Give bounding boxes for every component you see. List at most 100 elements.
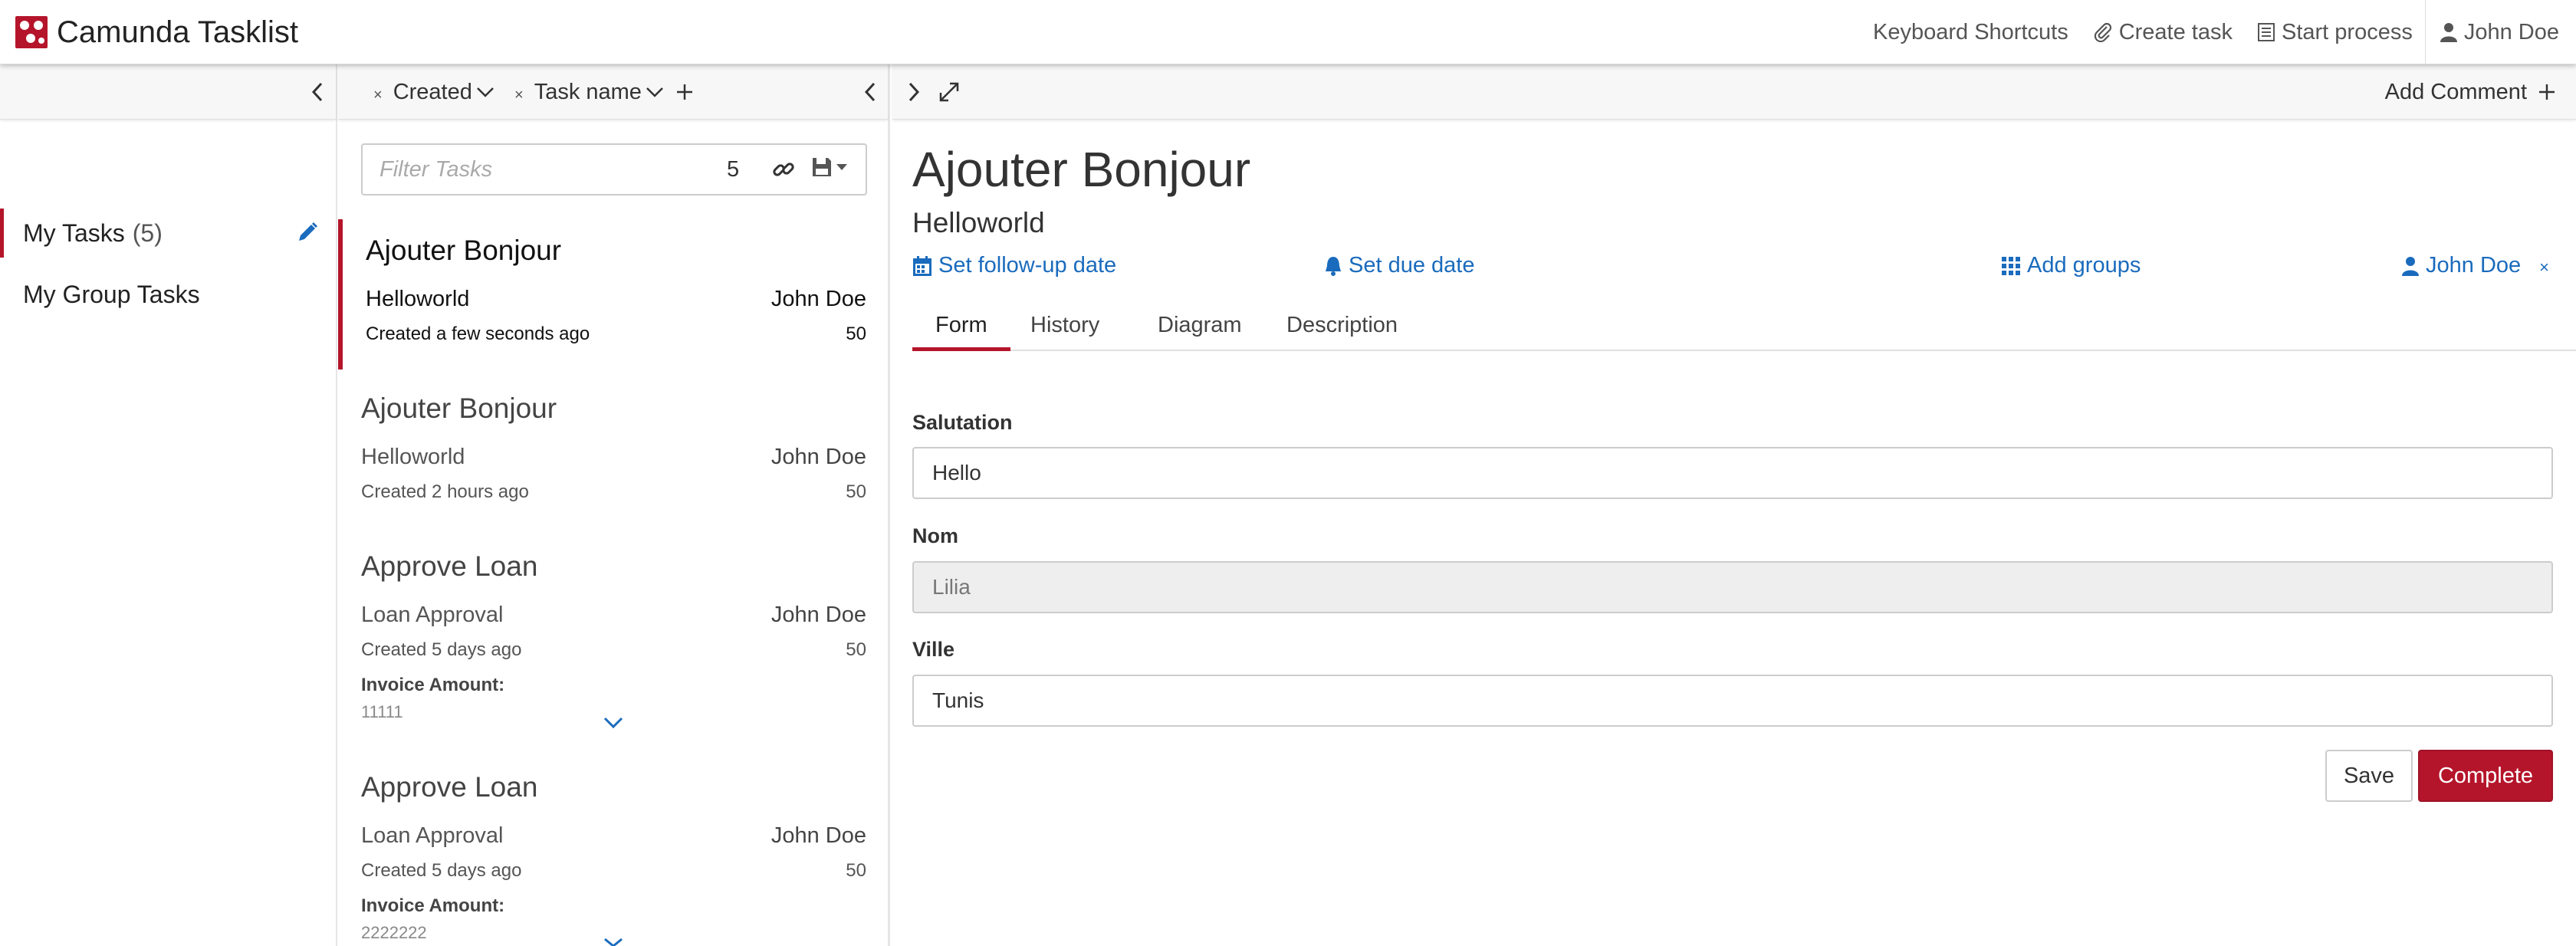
caret-down-icon	[836, 164, 847, 170]
task-created: Created 5 days ago	[361, 860, 522, 881]
task-assignee: John Doe	[770, 603, 866, 627]
filter-tasks-input[interactable]	[363, 145, 715, 194]
task-card[interactable]: Approve Loan Loan Approval John Doe Crea…	[338, 535, 888, 750]
expand-icon	[939, 82, 959, 102]
task-process: Loan Approval	[361, 823, 504, 848]
task-assignee: John Doe	[770, 445, 866, 469]
set-follow-up-date-button[interactable]: Set follow-up date	[912, 253, 1116, 278]
filter-my-group-tasks[interactable]: My Group Tasks	[0, 270, 336, 319]
filter-label: My Tasks	[23, 218, 125, 247]
calendar-icon	[913, 255, 932, 276]
add-comment-button[interactable]: Add Comment	[2385, 64, 2556, 120]
filter-label: My Group Tasks	[23, 280, 200, 308]
task-card[interactable]: Approve Loan Loan Approval John Doe Crea…	[338, 756, 888, 946]
tab-description[interactable]: Description	[1263, 308, 1421, 351]
filter-count: (5)	[132, 218, 163, 247]
follow-up-label: Set follow-up date	[938, 253, 1117, 278]
task-process: Loan Approval	[361, 603, 504, 627]
task-tabs: Form History Diagram Description	[912, 308, 2576, 351]
assignee-name: John Doe	[2426, 253, 2522, 278]
sort-task-name[interactable]: × Task name	[514, 64, 665, 120]
user-name: John Doe	[2463, 19, 2559, 44]
task-created: Created 2 hours ago	[361, 481, 529, 502]
task-priority: 50	[846, 481, 866, 502]
chevron-left-icon	[311, 82, 323, 102]
task-process: Helloworld	[361, 445, 465, 469]
chevron-down-icon[interactable]	[603, 937, 624, 946]
ville-label: Ville	[912, 638, 955, 661]
create-task-label: Create task	[2118, 19, 2233, 44]
sort-created[interactable]: × Created	[373, 64, 495, 120]
task-detail-panel: Add Comment Ajouter Bonjour Helloworld S…	[892, 64, 2576, 946]
remove-sort-icon[interactable]: ×	[514, 87, 524, 104]
maximize-button[interactable]	[935, 78, 963, 106]
close-icon[interactable]: ×	[2539, 258, 2549, 278]
keyboard-shortcuts-link[interactable]: Keyboard Shortcuts	[1861, 0, 2081, 64]
tab-diagram[interactable]: Diagram	[1135, 308, 1265, 351]
ville-field[interactable]	[912, 675, 2553, 727]
detail-toolbar: Add Comment	[892, 64, 2576, 120]
paperclip-icon	[2094, 22, 2111, 42]
task-assignee: John Doe	[770, 823, 866, 848]
task-name: Ajouter Bonjour	[366, 235, 562, 266]
bell-icon	[1326, 256, 1341, 276]
start-process-label: Start process	[2282, 19, 2413, 44]
floppy-icon	[813, 158, 831, 176]
complete-button[interactable]: Complete	[2418, 750, 2553, 802]
tab-history[interactable]: History	[1007, 308, 1122, 351]
task-created: Created 5 days ago	[361, 639, 522, 660]
salutation-label: Salutation	[912, 411, 1013, 434]
list-icon	[2258, 23, 2275, 41]
task-process-name[interactable]: Helloworld	[912, 207, 1045, 239]
save-search-button[interactable]	[811, 156, 848, 178]
pencil-icon[interactable]	[296, 221, 319, 244]
filter-my-tasks[interactable]: My Tasks (5)	[0, 209, 336, 258]
task-card[interactable]: Ajouter Bonjour Helloworld John Doe Crea…	[338, 219, 888, 370]
collapse-list-button[interactable]	[856, 78, 884, 106]
task-name: Approve Loan	[361, 771, 538, 803]
collapse-filters-button[interactable]	[304, 78, 331, 106]
sorting-toolbar: × Created × Task name	[338, 64, 888, 120]
chevron-down-icon	[476, 87, 494, 97]
user-icon	[2440, 23, 2457, 42]
link-icon[interactable]	[771, 157, 796, 182]
task-variable-value: 2222222	[361, 923, 427, 942]
sort-label: Created	[393, 79, 472, 104]
task-priority: 50	[846, 639, 866, 660]
set-due-date-button[interactable]: Set due date	[1324, 253, 1474, 278]
due-date-label: Set due date	[1349, 253, 1475, 278]
keyboard-shortcuts-label: Keyboard Shortcuts	[1873, 19, 2068, 44]
save-button[interactable]: Save	[2325, 750, 2413, 802]
add-sort-button[interactable]	[675, 64, 694, 120]
task-count: 5	[727, 157, 740, 182]
task-assignee: John Doe	[770, 287, 866, 311]
user-icon	[2402, 256, 2419, 276]
add-groups-button[interactable]: Add groups	[2001, 253, 2141, 278]
task-name: Approve Loan	[361, 550, 538, 582]
start-process-link[interactable]: Start process	[2245, 0, 2425, 64]
tab-form[interactable]: Form	[912, 308, 1010, 351]
salutation-field[interactable]	[912, 447, 2553, 499]
chevron-right-icon	[909, 82, 920, 102]
task-card[interactable]: Ajouter Bonjour Helloworld John Doe Crea…	[338, 377, 888, 527]
task-process: Helloworld	[366, 287, 470, 311]
task-created: Created a few seconds ago	[366, 324, 590, 344]
filters-toolbar	[0, 64, 336, 120]
task-assignee[interactable]: John Doe ×	[2401, 253, 2549, 278]
chevron-down-icon[interactable]	[603, 716, 624, 730]
app-title: Camunda Tasklist	[57, 15, 298, 49]
brand[interactable]: Camunda Tasklist	[15, 0, 298, 64]
plus-icon	[2539, 84, 2555, 100]
task-priority: 50	[846, 860, 866, 881]
nom-label: Nom	[912, 524, 958, 547]
task-name: Ajouter Bonjour	[361, 393, 557, 424]
task-variable-label: Invoice Amount:	[361, 895, 505, 916]
top-navbar: Camunda Tasklist Keyboard Shortcuts Crea…	[0, 0, 2576, 64]
camunda-logo-icon	[15, 16, 48, 48]
user-menu[interactable]: John Doe	[2424, 0, 2576, 64]
remove-sort-icon[interactable]: ×	[373, 87, 383, 104]
grid-icon	[2002, 256, 2020, 275]
filters-panel: My Tasks (5) My Group Tasks	[0, 64, 337, 946]
expand-list-button[interactable]	[900, 78, 928, 106]
create-task-link[interactable]: Create task	[2081, 0, 2245, 64]
